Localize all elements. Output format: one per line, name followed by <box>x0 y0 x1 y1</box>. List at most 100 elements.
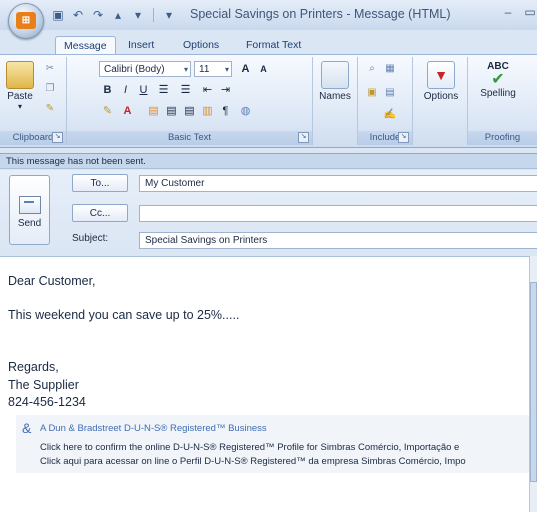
maximize-button[interactable]: ▭ <box>522 4 537 20</box>
office-logo-icon: ⊞ <box>16 12 36 29</box>
paste-button[interactable]: Paste ▾ <box>4 61 36 111</box>
include-group: ⌕ ▦ ▣ ▤ ✍ Include ↘ <box>358 57 413 145</box>
options-label: Options <box>423 91 459 102</box>
cc-button[interactable]: Cc... <box>72 204 128 222</box>
clipboard-group: Paste ▾ ✂ ❐ ✎ Clipboard ↘ <box>0 57 67 145</box>
window-title: Special Savings on Printers - Message (H… <box>190 7 451 21</box>
styles-icon[interactable]: ◍ <box>237 103 254 119</box>
ribbon: Paste ▾ ✂ ❐ ✎ Clipboard ↘ Calibri (Body)… <box>0 54 537 148</box>
clipboard-group-label: Clipboard ↘ <box>0 131 66 145</box>
include-group-label: Include ↘ <box>358 131 412 145</box>
checkmark-icon: ✔ <box>491 71 505 88</box>
chevron-down-icon: ▾ <box>224 65 229 74</box>
subject-label: Subject: <box>72 233 109 244</box>
basic-text-group-label: Basic Text ↘ <box>67 131 312 145</box>
font-size-select[interactable]: 11 ▾ <box>194 61 232 77</box>
options-group: ▼ Options <box>413 57 468 145</box>
names-label: Names <box>319 91 351 102</box>
ltr-icon[interactable]: ▥ <box>199 103 216 119</box>
window-controls: – ▭ <box>500 4 537 20</box>
basic-text-label: Basic Text <box>167 132 212 143</box>
flag-icon: ▼ <box>427 61 455 89</box>
send-label: Send <box>17 218 42 229</box>
decrease-indent-icon[interactable]: ⇤ <box>199 82 216 98</box>
signature-icon[interactable]: ✍ <box>382 107 398 123</box>
tab-message[interactable]: Message <box>55 36 116 55</box>
redo-icon[interactable]: ↷ <box>90 7 106 23</box>
numbering-icon[interactable]: ☰ <box>177 82 194 98</box>
grow-font-icon[interactable]: A <box>237 61 254 77</box>
signature-title[interactable]: A Dun & Bradstreet D-U-N-S® Registered™ … <box>40 423 267 434</box>
include-launcher-icon[interactable]: ↘ <box>398 132 409 143</box>
customize-toolbar-icon[interactable]: ▾ <box>161 7 177 23</box>
body-sender: The Supplier <box>8 378 79 392</box>
to-field[interactable]: My Customer <box>139 175 537 192</box>
body-phone: 824-456-1234 <box>8 395 86 409</box>
attach-item-icon[interactable]: ▦ <box>382 61 398 77</box>
title-bar: ⊞ ▣ ↶ ↷ ▴ ▾ ▾ Special Savings on Printer… <box>0 0 537 39</box>
spelling-button[interactable]: ABC ✔ Spelling <box>474 61 522 99</box>
cc-field[interactable] <box>139 205 537 222</box>
dnb-logo-icon: & <box>22 420 32 436</box>
rtl-icon[interactable]: ¶ <box>217 103 234 119</box>
names-button[interactable]: Names <box>319 61 351 102</box>
chevron-down-icon: ▾ <box>183 65 188 74</box>
increase-indent-icon[interactable]: ⇥ <box>217 82 234 98</box>
ribbon-tabs: Message Insert Options Format Text <box>0 34 537 55</box>
subject-field[interactable]: Special Savings on Printers <box>139 232 537 249</box>
bold-icon[interactable]: B <box>99 82 116 98</box>
toolbar-divider <box>153 8 154 22</box>
proofing-group-label: Proofing <box>468 131 537 145</box>
body-line1: This weekend you can save up to 25%..... <box>8 308 240 322</box>
message-header: Send To... My Customer Cc... Subject: Sp… <box>0 170 537 252</box>
arrow-up-icon[interactable]: ▴ <box>110 7 126 23</box>
clipboard-label: Clipboard <box>12 132 54 143</box>
bullets-icon[interactable]: ☰ <box>155 82 172 98</box>
to-button[interactable]: To... <box>72 174 128 192</box>
address-book-icon <box>321 61 349 89</box>
message-window: ⊞ ▣ ↶ ↷ ▴ ▾ ▾ Special Savings on Printer… <box>0 0 537 512</box>
proofing-label: Proofing <box>484 132 521 143</box>
business-card-icon[interactable]: ▣ <box>364 85 380 101</box>
signature-line1[interactable]: Click here to confirm the online D-U-N-S… <box>40 442 459 453</box>
format-painter-icon[interactable]: ✎ <box>42 101 58 117</box>
underline-icon[interactable]: U <box>135 82 152 98</box>
info-bar: This message has not been sent. <box>0 153 537 169</box>
body-regards: Regards, <box>8 360 59 374</box>
italic-icon[interactable]: I <box>117 82 134 98</box>
font-color-icon[interactable]: A <box>119 103 136 119</box>
tab-insert[interactable]: Insert <box>120 36 162 54</box>
font-name-select[interactable]: Calibri (Body) ▾ <box>99 61 191 77</box>
tab-options[interactable]: Options <box>175 36 227 54</box>
message-body[interactable] <box>0 256 529 512</box>
send-button[interactable]: Send <box>9 175 50 245</box>
options-button[interactable]: ▼ Options <box>419 61 463 102</box>
shrink-font-icon[interactable]: A <box>255 61 272 77</box>
font-name-value: Calibri (Body) <box>104 64 165 75</box>
highlight-icon[interactable]: ✎ <box>99 103 116 119</box>
arrow-down-icon[interactable]: ▾ <box>130 7 146 23</box>
office-button[interactable]: ⊞ <box>8 3 44 39</box>
save-icon[interactable]: ▣ <box>50 7 66 23</box>
attach-file-icon[interactable]: ⌕ <box>364 61 380 77</box>
scrollbar-thumb[interactable] <box>530 282 537 482</box>
align-right-icon[interactable]: ▤ <box>181 103 198 119</box>
signature-line2[interactable]: Click aqui para acessar on line o Perfil… <box>40 456 466 467</box>
copy-icon[interactable]: ❐ <box>42 81 58 97</box>
names-group: Names <box>313 57 358 145</box>
tab-format-text[interactable]: Format Text <box>238 36 309 54</box>
clipboard-icon <box>6 61 34 89</box>
minimize-button[interactable]: – <box>500 4 516 20</box>
align-left-icon[interactable]: ▤ <box>145 103 162 119</box>
paste-dropdown-icon: ▾ <box>17 102 22 111</box>
align-center-icon[interactable]: ▤ <box>163 103 180 119</box>
font-size-value: 11 <box>199 64 210 75</box>
cut-icon[interactable]: ✂ <box>42 61 58 77</box>
undo-icon[interactable]: ↶ <box>70 7 86 23</box>
spelling-label: Spelling <box>480 88 516 99</box>
calendar-icon[interactable]: ▤ <box>382 85 398 101</box>
send-icon <box>18 196 41 214</box>
clipboard-launcher-icon[interactable]: ↘ <box>52 132 63 143</box>
include-label: Include <box>369 132 401 143</box>
basic-text-launcher-icon[interactable]: ↘ <box>298 132 309 143</box>
